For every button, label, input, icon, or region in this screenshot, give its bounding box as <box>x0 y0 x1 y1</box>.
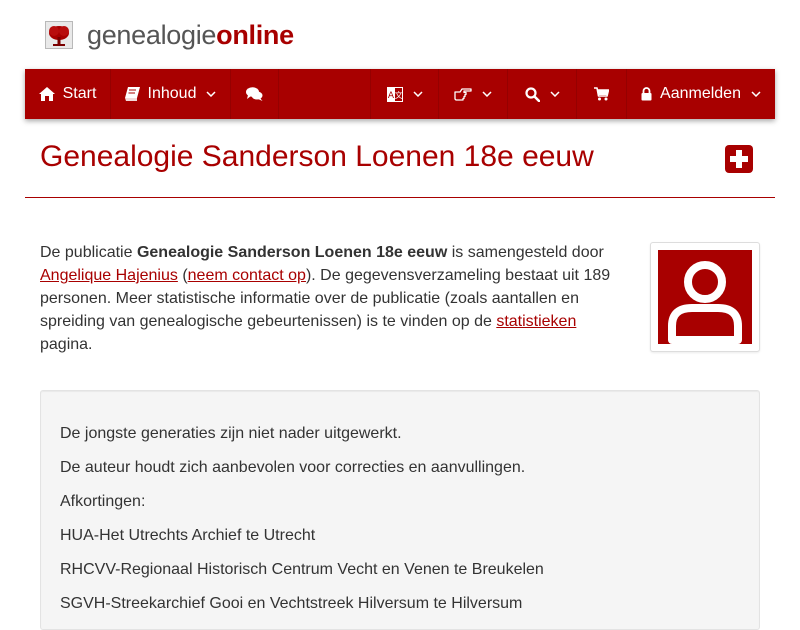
search-icon <box>524 86 540 102</box>
logo-text: genealogieonline <box>87 19 294 50</box>
main-navbar: Start Inhoud A文 Aanmelden <box>25 69 775 119</box>
author-avatar[interactable] <box>650 242 760 352</box>
note-line: SGVH-Streekarchief Gooi en Vechtstreek H… <box>60 595 523 612</box>
language-icon: A文 <box>386 86 403 102</box>
hand-pointer-icon <box>454 87 472 101</box>
nav-inhoud[interactable]: Inhoud <box>111 69 231 119</box>
chevron-down-icon <box>482 91 492 97</box>
nav-share[interactable] <box>439 69 508 119</box>
nav-inhoud-label: Inhoud <box>147 85 197 102</box>
page-title: Genealogie Sanderson Loenen 18e eeuw <box>40 140 594 173</box>
user-avatar-icon <box>658 250 752 344</box>
chevron-down-icon <box>549 91 560 97</box>
nav-login-label: Aanmelden <box>660 85 741 102</box>
plus-square-icon[interactable] <box>725 145 753 173</box>
title-divider <box>25 197 775 198</box>
note-line: Afkortingen: <box>60 493 146 510</box>
lock-icon <box>641 87 652 101</box>
intro-paren: ( <box>177 267 188 284</box>
chevron-down-icon <box>412 91 423 97</box>
nav-language[interactable]: A文 <box>370 69 439 119</box>
publication-name: Genealogie Sanderson Loenen 18e eeuw <box>136 244 448 261</box>
note-line: De auteur houdt zich aanbevolen voor cor… <box>60 459 526 476</box>
comments-icon <box>246 87 263 101</box>
home-icon <box>38 87 55 101</box>
svg-text:文: 文 <box>394 90 402 100</box>
note-line: De jongste generaties zijn niet nader ui… <box>60 425 402 442</box>
note-line: HUA-Het Utrechts Archief te Utrecht <box>60 527 316 544</box>
shopping-cart-icon <box>594 87 609 101</box>
note-line: RHCVV-Regionaal Historisch Centrum Vecht… <box>60 561 544 578</box>
nav-start-label: Start <box>62 85 97 102</box>
intro-text-4: pagina. <box>40 336 93 353</box>
nav-search[interactable] <box>508 69 577 119</box>
intro-text-1: De publicatie <box>40 244 137 261</box>
book-icon <box>124 87 140 101</box>
site-logo[interactable]: genealogieonline <box>45 18 294 52</box>
chevron-down-icon <box>751 91 761 97</box>
nav-start[interactable]: Start <box>25 69 111 119</box>
publication-intro: De publicatie Genealogie Sanderson Loene… <box>40 241 620 356</box>
statistics-link[interactable]: statistieken <box>496 313 576 330</box>
nav-forum[interactable] <box>231 69 279 119</box>
publication-notes: De jongste generaties zijn niet nader ui… <box>40 390 760 630</box>
intro-text-2: is samengesteld door <box>447 244 604 261</box>
author-link[interactable]: Angelique Hajenius <box>40 267 178 284</box>
contact-link[interactable]: neem contact op <box>188 267 306 284</box>
nav-cart[interactable] <box>577 69 627 119</box>
chevron-down-icon <box>206 91 216 97</box>
tree-logo-icon <box>45 21 73 49</box>
nav-login[interactable]: Aanmelden <box>627 69 775 119</box>
